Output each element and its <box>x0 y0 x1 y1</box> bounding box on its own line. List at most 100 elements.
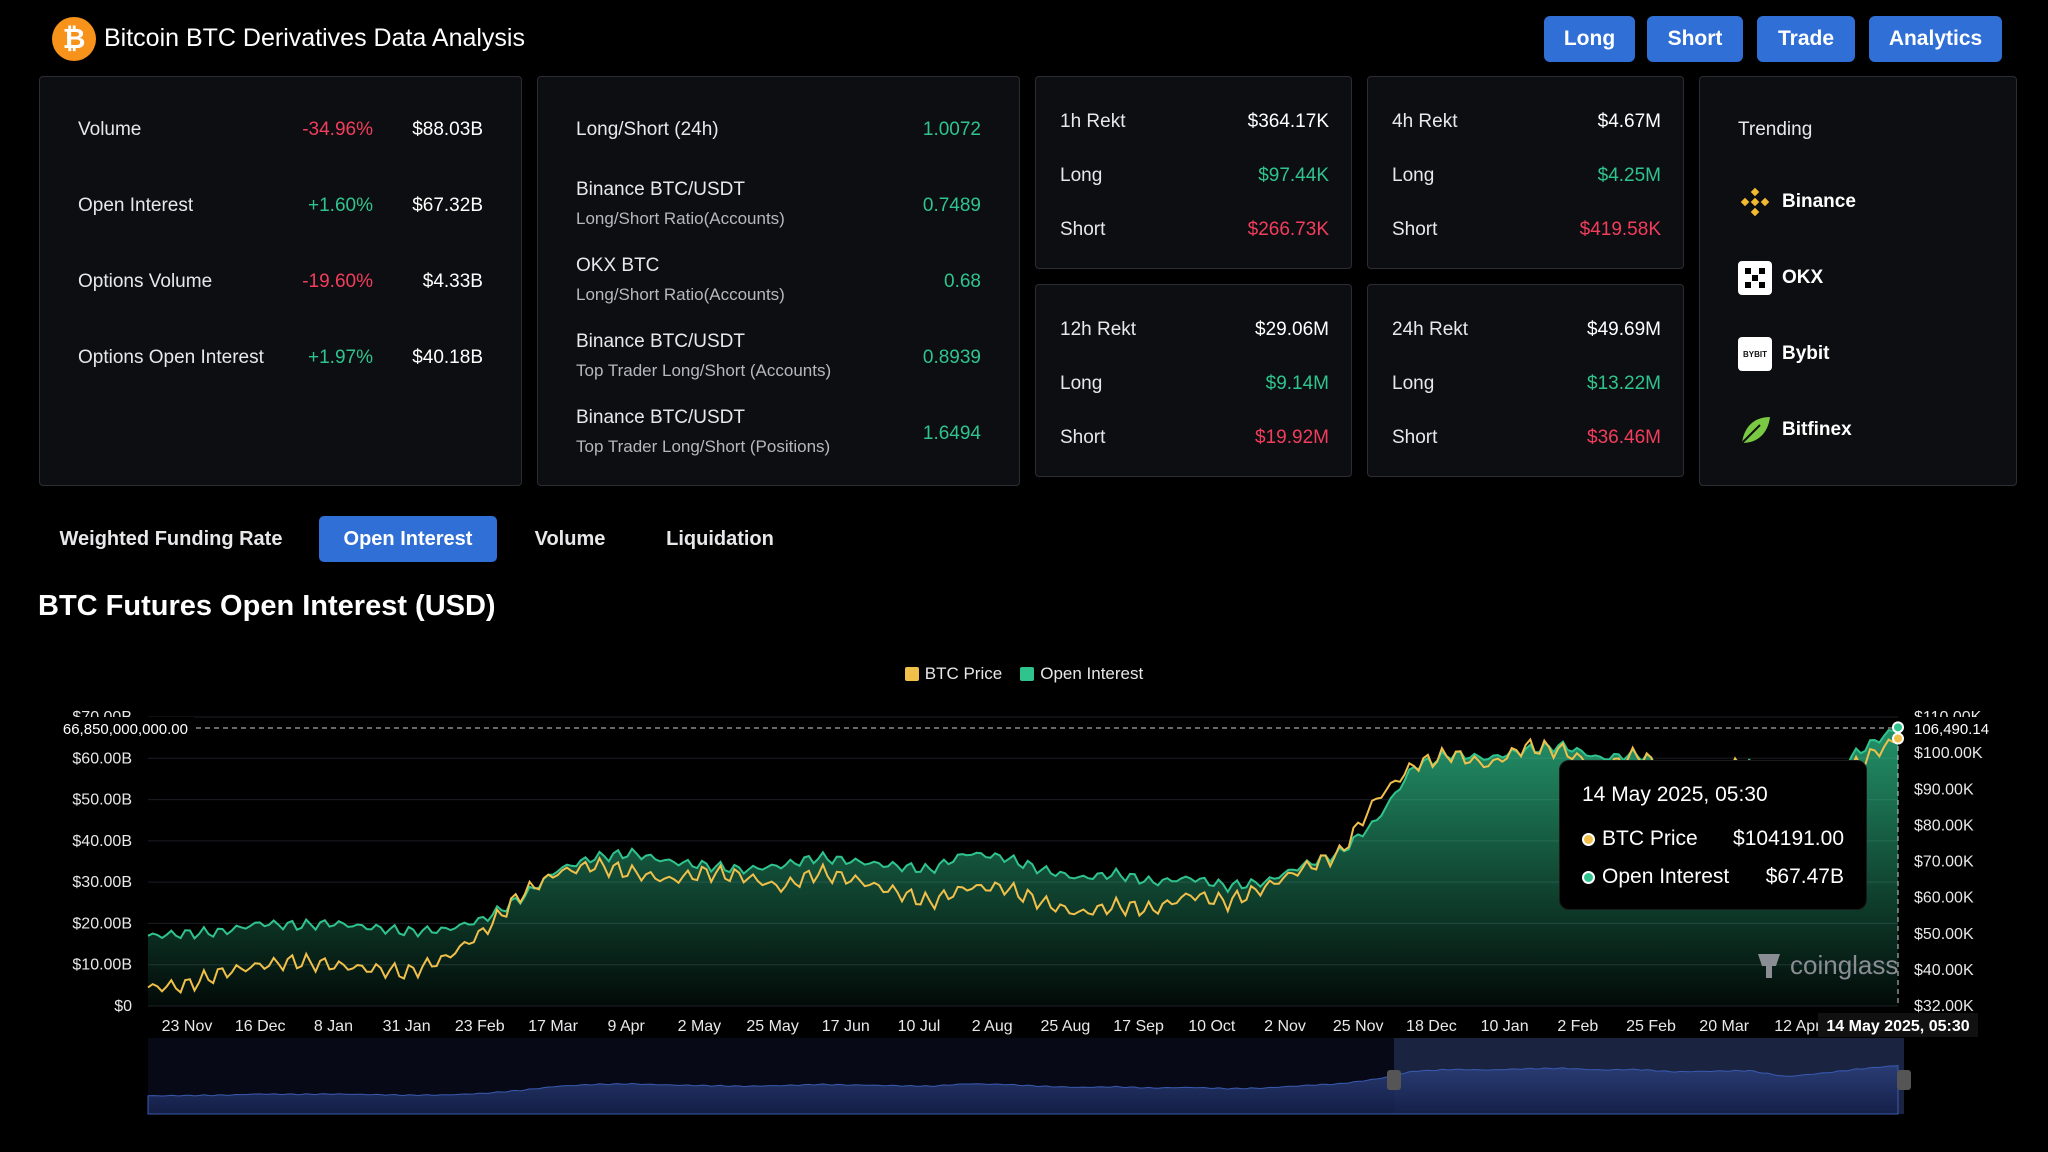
legend-label: Open Interest <box>1040 664 1144 683</box>
x-tick-label: 17 Mar <box>528 1018 578 1035</box>
overview-label-options-oi: Options Open Interest <box>78 347 264 368</box>
rekt-long-label: Long <box>1060 373 1103 394</box>
ratio-value: 0.8939 <box>922 347 981 368</box>
okx-icon <box>1738 261 1772 295</box>
crosshair-right-label: 106,490.14 <box>1914 721 1989 738</box>
x-tick-label: 9 Apr <box>608 1018 646 1035</box>
tooltip-oi-label: Open Interest <box>1602 865 1730 888</box>
x-tick-label: 10 Jul <box>898 1018 941 1035</box>
page-title: Bitcoin BTC Derivatives Data Analysis <box>104 24 525 52</box>
tooltip-oi-value: $67.47B <box>1765 865 1844 888</box>
x-tick-label: 17 Sep <box>1113 1018 1164 1035</box>
right-y-axis: $32.00K $40.00K $50.00K $60.00K $70.00K $80.0… <box>1914 709 1983 1015</box>
rekt-title: 1h Rekt <box>1060 111 1126 132</box>
bitcoin-logo-icon: ₿ <box>52 17 96 61</box>
tooltip-row-btc: BTC Price $104191.00 <box>1582 827 1844 851</box>
x-tick-label: 12 Apr <box>1774 1018 1821 1035</box>
x-current-label: 14 May 2025, 05:30 <box>1826 1018 1969 1035</box>
tab-weighted-funding-rate[interactable]: Weighted Funding Rate <box>48 516 294 562</box>
rekt-total: $49.69M <box>1587 319 1661 340</box>
ratio-value: 0.68 <box>944 271 981 292</box>
y-left-tick-label: $0 <box>114 998 132 1015</box>
y-right-tick-label: $40.00K <box>1914 962 1974 979</box>
tab-open-interest[interactable]: Open Interest <box>319 516 497 562</box>
overview-value-volume: $88.03B <box>412 119 483 140</box>
ratio-sublabel: Top Trader Long/Short (Positions) <box>576 437 831 456</box>
hover-point-btc <box>1892 732 1904 745</box>
x-tick-label: 20 Mar <box>1699 1018 1749 1035</box>
overview-value-options-volume: $4.33B <box>422 271 483 292</box>
trade-button[interactable]: Trade <box>1757 16 1855 62</box>
overview-card: Volume -34.96% $88.03B Open Interest +1.… <box>39 76 522 486</box>
y-left-tick-label: $40.00B <box>72 833 132 850</box>
bybit-icon: BYBIT <box>1738 337 1772 371</box>
overview-change-options-volume: -19.60% <box>302 271 373 292</box>
trending-name: Bitfinex <box>1782 419 1852 440</box>
trending-name: OKX <box>1782 267 1824 288</box>
y-right-tick-label: $70.00K <box>1914 854 1974 871</box>
overview-change-open-interest: +1.60% <box>308 195 373 216</box>
chart-legend: BTC Price Open Interest <box>0 664 2048 684</box>
rekt-total: $364.17K <box>1247 111 1329 132</box>
coinglass-watermark: coinglass <box>1754 948 1898 982</box>
x-tick-label: 2 May <box>678 1018 722 1035</box>
left-y-axis: $0 $10.00B $20.00B $30.00B $40.00B $50.00B $60… <box>72 709 132 1015</box>
legend-open-interest[interactable]: Open Interest <box>1020 664 1143 684</box>
x-tick-label: 23 Feb <box>455 1018 505 1035</box>
ratio-value: 1.0072 <box>922 119 981 140</box>
rekt-short-label: Short <box>1060 219 1106 240</box>
y-right-tick-label: $50.00K <box>1914 926 1974 943</box>
rekt-short-label: Short <box>1060 427 1106 448</box>
long-short-card: Long/Short (24h) 1.0072 Binance BTC/USDT… <box>537 76 1020 486</box>
trending-item-okx[interactable]: OKX <box>1738 261 1823 295</box>
trending-title: Trending <box>1738 119 1813 140</box>
short-button[interactable]: Short <box>1647 16 1743 62</box>
overview-value-options-oi: $40.18B <box>412 347 483 368</box>
y-right-tick-label: $32.00K <box>1914 998 1974 1015</box>
trending-item-binance[interactable]: Binance <box>1738 185 1856 219</box>
rekt-short-label: Short <box>1392 219 1438 240</box>
x-tick-label: 25 Aug <box>1040 1018 1090 1035</box>
legend-swatch-btc <box>904 667 919 681</box>
y-left-tick-label: $50.00B <box>72 792 132 809</box>
rekt-total: $29.06M <box>1255 319 1329 340</box>
x-tick-label: 10 Oct <box>1188 1018 1236 1035</box>
x-tick-label: 2 Aug <box>972 1018 1013 1035</box>
long-button[interactable]: Long <box>1544 16 1635 62</box>
tab-volume[interactable]: Volume <box>522 516 618 562</box>
x-tick-label: 31 Jan <box>383 1018 431 1035</box>
analytics-button[interactable]: Analytics <box>1869 16 2002 62</box>
trending-item-bybit[interactable]: BYBIT Bybit <box>1738 337 1830 371</box>
chart-title: BTC Futures Open Interest (USD) <box>38 590 496 622</box>
tooltip-btc-label: BTC Price <box>1602 827 1698 850</box>
ratio-value: 0.7489 <box>922 195 981 216</box>
rekt-short-label: Short <box>1392 427 1438 448</box>
rekt-card-1h: 1h Rekt $364.17K Long $97.44K Short $266… <box>1035 76 1352 269</box>
ratio-label: Binance BTC/USDT <box>576 331 745 352</box>
x-tick-label: 16 Dec <box>235 1018 286 1035</box>
rekt-long-label: Long <box>1392 165 1435 186</box>
y-right-tick-label: $80.00K <box>1914 817 1974 834</box>
tooltip-date: 14 May 2025, 05:30 <box>1582 783 1768 806</box>
tooltip-dot-btc <box>1582 832 1595 846</box>
x-tick-label: 18 Dec <box>1406 1018 1457 1035</box>
range-handle-left[interactable] <box>1387 1070 1401 1090</box>
crosshair-left-label: 66,850,000,000.00 <box>63 721 188 738</box>
legend-btc-price[interactable]: BTC Price <box>904 664 1003 684</box>
trending-name: Binance <box>1782 191 1856 212</box>
watermark-text: coinglass <box>1790 949 1899 980</box>
rekt-short-value: $36.46M <box>1587 427 1661 448</box>
overview-label-volume: Volume <box>78 119 142 140</box>
ratio-sublabel: Long/Short Ratio(Accounts) <box>576 209 785 228</box>
overview-value-open-interest: $67.32B <box>412 195 483 216</box>
trending-item-bitfinex[interactable]: Bitfinex <box>1738 413 1852 447</box>
x-tick-label: 8 Jan <box>314 1018 353 1035</box>
ratio-label: Long/Short (24h) <box>576 119 719 140</box>
legend-label: BTC Price <box>924 664 1003 683</box>
range-handle-right[interactable] <box>1897 1070 1911 1090</box>
rekt-short-value: $19.92M <box>1255 427 1329 448</box>
tab-liquidation[interactable]: Liquidation <box>651 516 789 562</box>
x-tick-label: 23 Nov <box>162 1018 213 1035</box>
rekt-card-4h: 4h Rekt $4.67M Long $4.25M Short $419.58… <box>1367 76 1684 269</box>
y-left-tick-label: $30.00B <box>72 874 132 891</box>
